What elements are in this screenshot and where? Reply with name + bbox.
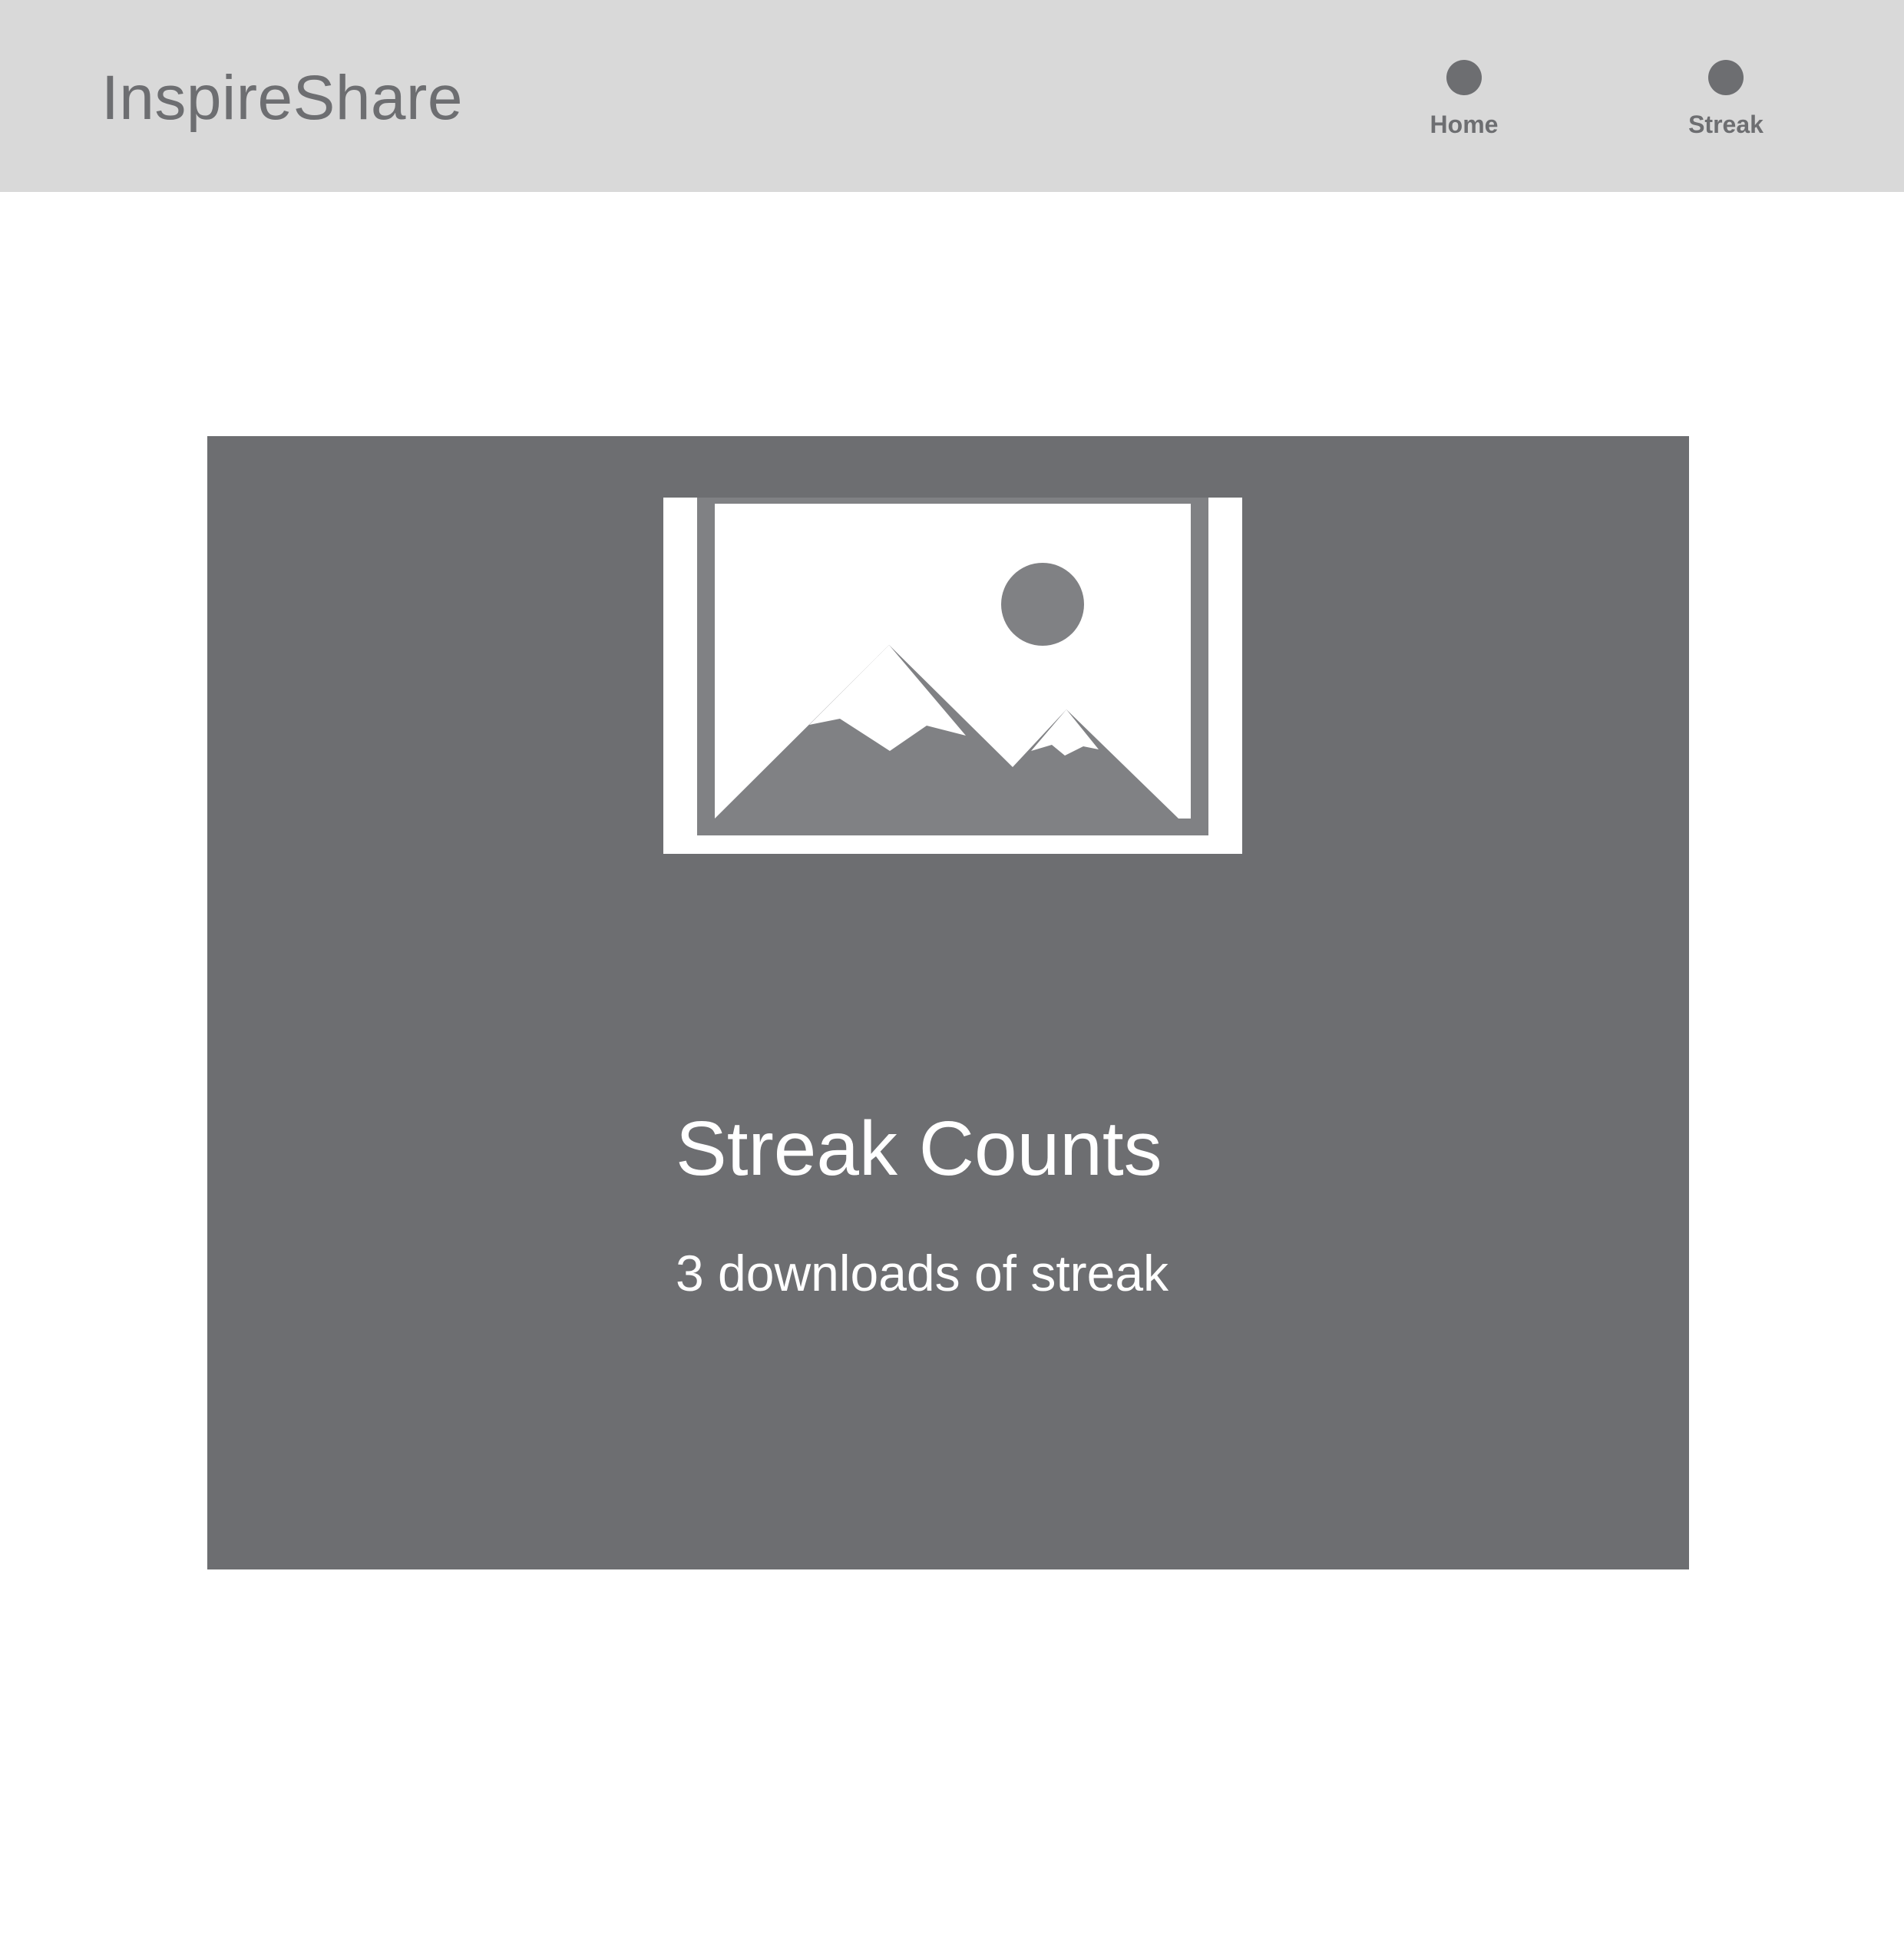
nav-item-home[interactable]: Home bbox=[1403, 57, 1526, 149]
image-placeholder-icon bbox=[663, 498, 1242, 854]
nav-streak-label: Streak bbox=[1688, 111, 1764, 138]
app-brand-title: InspireShare bbox=[101, 63, 463, 133]
home-dot-icon bbox=[1446, 60, 1482, 95]
nav-home-label: Home bbox=[1430, 111, 1499, 138]
nav-item-streak[interactable]: Streak bbox=[1664, 57, 1787, 149]
card-subtitle: 3 downloads of streak bbox=[676, 1245, 1169, 1301]
streak-card: Streak Counts 3 downloads of streak bbox=[207, 436, 1689, 1569]
streak-dot-icon bbox=[1708, 60, 1744, 95]
card-title: Streak Counts bbox=[676, 1106, 1162, 1192]
app-header: InspireShare Home Streak bbox=[0, 0, 1904, 192]
